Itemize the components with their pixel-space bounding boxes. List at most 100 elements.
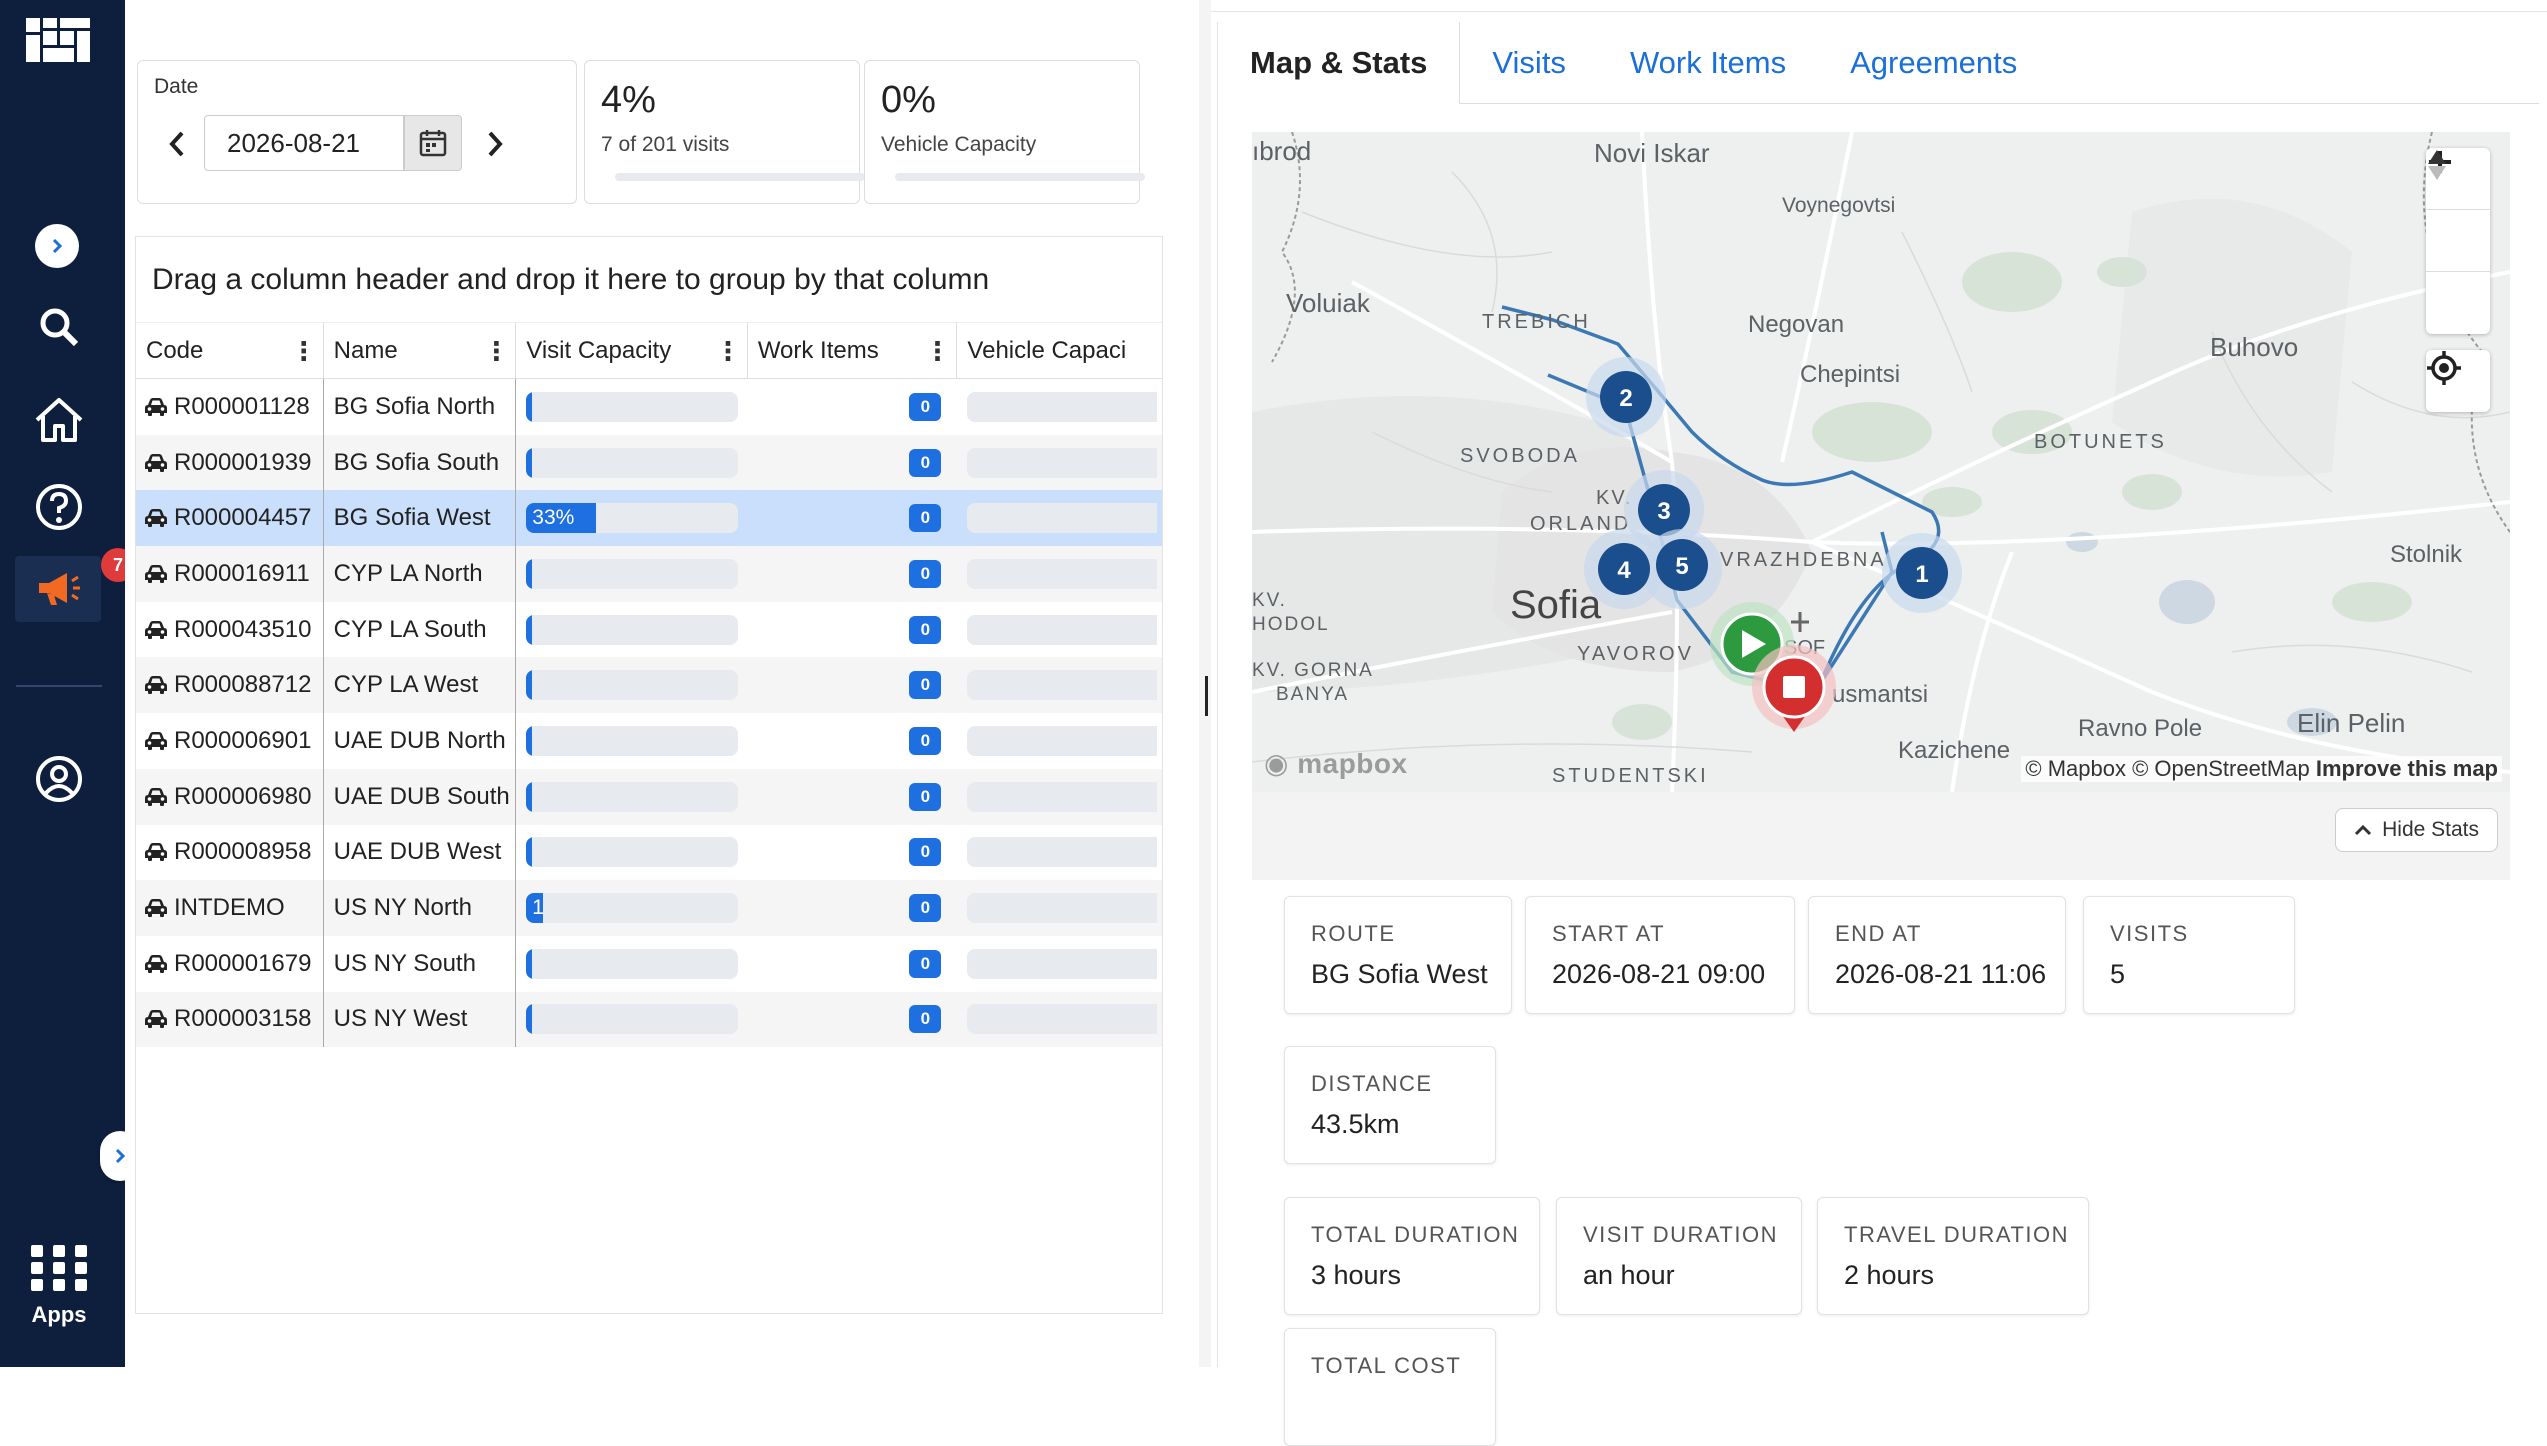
apps-label: Apps — [31, 1302, 87, 1327]
map-label: STUDENTSKI — [1552, 765, 1709, 787]
table-row[interactable]: INTDEMO US NY North 13 0 — [136, 880, 1162, 936]
map-canvas[interactable]: ıbrod Novi Iskar Voynegovtsi Voluiak TRE… — [1252, 132, 2510, 792]
attribution-text[interactable]: © Mapbox © OpenStreetMap — [2025, 756, 2309, 781]
group-by-drop-zone[interactable]: Drag a column header and drop it here to… — [136, 237, 1162, 323]
vehicle-capacity-bar — [967, 614, 1158, 645]
column-header-label: Code — [146, 337, 204, 364]
stat-label: VISIT DURATION — [1583, 1222, 1778, 1247]
cell-vehicle-capacity — [957, 713, 1162, 769]
table-row[interactable]: R000043510 CYP LA South 0 — [136, 601, 1162, 658]
column-header-visit-capacity[interactable]: Visit Capacity ⋮ — [516, 323, 748, 379]
capacity-stat-card: 0% Vehicle Capacity — [864, 60, 1145, 204]
vehicle-capacity-bar — [967, 447, 1158, 478]
cell-vehicle-capacity — [957, 657, 1162, 713]
vehicle-capacity-bar — [967, 558, 1158, 589]
stat-card-total-duration: TOTAL DURATION 3 hours — [1284, 1197, 1540, 1315]
table-row[interactable]: R000003158 US NY West 0 — [136, 991, 1162, 1048]
cell-name: UAE DUB North — [324, 713, 517, 769]
vehicle-capacity-bar — [967, 948, 1158, 979]
table-row[interactable]: R000001128 BG Sofia North 0 — [136, 379, 1162, 435]
cell-name: UAE DUB West — [324, 824, 517, 881]
zoom-out-button[interactable] — [2426, 160, 2490, 272]
map-label: Buhovo — [2210, 332, 2298, 362]
map-label: BANYA — [1276, 684, 1349, 705]
previous-day-icon[interactable] — [166, 129, 188, 159]
cell-work-items: 0 — [748, 713, 958, 769]
vehicle-capacity-bar — [967, 781, 1158, 812]
table-row[interactable]: R000016911 CYP LA North 0 — [136, 546, 1162, 602]
visits-percent: 4% — [601, 79, 656, 121]
help-button[interactable] — [22, 470, 96, 544]
apps-button[interactable]: Apps — [18, 1245, 100, 1328]
table-row[interactable]: R000001679 US NY South 0 — [136, 935, 1162, 992]
visit-capacity-fill — [526, 558, 533, 589]
table-row[interactable]: R000006980 UAE DUB South 0 — [136, 768, 1162, 825]
cell-code: R000006980 — [136, 768, 324, 825]
app-logo-icon[interactable] — [26, 18, 90, 62]
expand-menu-button[interactable] — [35, 224, 79, 268]
tab-map-stats[interactable]: Map & Stats — [1218, 22, 1461, 104]
announcements-button[interactable] — [15, 556, 101, 622]
locate-me-button[interactable] — [2426, 350, 2490, 412]
map-label: Stolnik — [2390, 541, 2463, 568]
vehicle-icon — [145, 787, 167, 806]
cell-visit-capacity — [516, 825, 748, 881]
cell-code: R000016911 — [136, 546, 324, 602]
splitter-handle[interactable] — [1205, 676, 1208, 716]
stat-card-visit-duration: VISIT DURATION an hour — [1556, 1197, 1802, 1315]
cell-work-items: 0 — [748, 546, 958, 602]
cell-code: R000003158 — [136, 991, 324, 1048]
cell-visit-capacity — [516, 379, 748, 435]
table-row[interactable]: R000008958 UAE DUB West 0 — [136, 824, 1162, 881]
route-code: R000043510 — [174, 615, 312, 643]
column-menu-icon[interactable]: ⋮ — [291, 336, 317, 367]
table-row[interactable]: R000001939 BG Sofia South 0 — [136, 434, 1162, 491]
cell-work-items: 0 — [748, 825, 958, 881]
calendar-button[interactable] — [404, 115, 462, 171]
zoom-controls — [2426, 148, 2490, 334]
improve-map-link[interactable]: Improve this map — [2316, 756, 2498, 781]
table-row[interactable]: R000004457 BG Sofia West 33% 0 — [136, 490, 1162, 547]
route-name: US NY North — [333, 894, 472, 922]
mapbox-logo[interactable]: ◉ mapbox — [1264, 747, 1408, 780]
stat-value: 2 hours — [1844, 1260, 1935, 1290]
column-header-work-items[interactable]: Work Items ⋮ — [748, 323, 958, 379]
cell-code: R000004457 — [136, 490, 324, 547]
column-menu-icon[interactable]: ⋮ — [483, 336, 509, 367]
vehicle-icon — [145, 899, 167, 918]
help-icon — [36, 484, 82, 530]
cell-visit-capacity — [516, 769, 748, 825]
cell-name: CYP LA North — [324, 546, 517, 602]
column-header-label: Vehicle Capaci — [967, 337, 1127, 364]
visit-capacity-bar — [526, 948, 739, 979]
table-row[interactable]: R000088712 CYP LA West 0 — [136, 657, 1162, 714]
map-label: BOTUNETS — [2034, 431, 2167, 453]
profile-button[interactable] — [22, 742, 96, 816]
visit-capacity-bar — [526, 781, 739, 812]
map-label: YAVOROV — [1577, 643, 1694, 665]
tab-agreements[interactable]: Agreements — [1818, 22, 2049, 104]
hide-stats-button[interactable]: Hide Stats — [2335, 808, 2498, 852]
column-menu-icon[interactable]: ⋮ — [924, 336, 950, 367]
cell-visit-capacity — [516, 713, 748, 769]
search-button[interactable] — [22, 290, 96, 364]
next-day-icon[interactable] — [484, 129, 506, 159]
column-header-code[interactable]: Code ⋮ — [136, 323, 324, 379]
home-button[interactable] — [22, 383, 96, 457]
column-header-vehicle-capacity[interactable]: Vehicle Capaci — [957, 323, 1162, 379]
date-input[interactable]: 2026-08-21 — [204, 115, 404, 171]
route-map[interactable]: ıbrod Novi Iskar Voynegovtsi Voluiak TRE… — [1252, 132, 2510, 792]
column-menu-icon[interactable]: ⋮ — [715, 336, 741, 367]
tab-visits[interactable]: Visits — [1460, 22, 1598, 104]
reset-north-button[interactable] — [2426, 150, 2490, 334]
map-label: HODOL — [1252, 614, 1330, 635]
route-code: R000004457 — [174, 504, 312, 532]
visit-capacity-bar: 33% — [526, 503, 739, 534]
tab-work-items[interactable]: Work Items — [1598, 22, 1818, 104]
table-row[interactable]: R000006901 UAE DUB North 0 — [136, 713, 1162, 769]
map-label: Novi Iskar — [1594, 138, 1710, 168]
stat-card-end-at: END AT 2026-08-21 11:06 — [1808, 896, 2066, 1014]
column-header-name[interactable]: Name ⋮ — [324, 323, 517, 379]
stop-label: 5 — [1675, 553, 1688, 580]
stat-card-start-at: START AT 2026-08-21 09:00 — [1525, 896, 1795, 1014]
